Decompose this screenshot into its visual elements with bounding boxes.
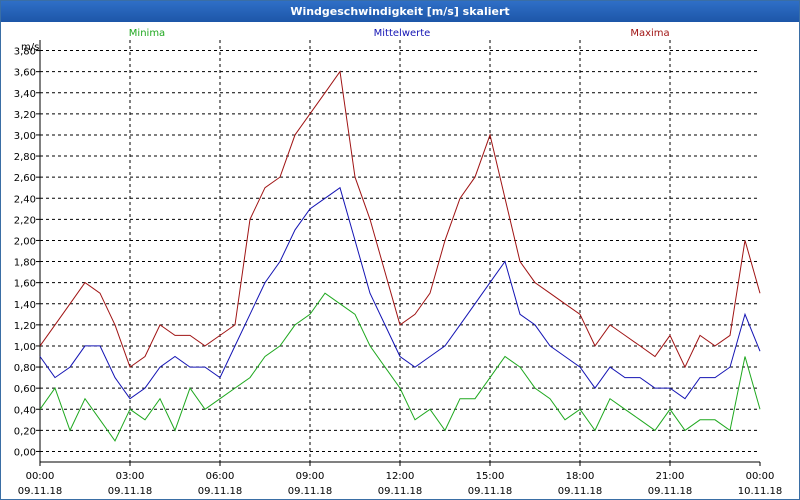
x-tick-time: 12:00 (386, 471, 415, 482)
x-tick-time: 03:00 (116, 471, 145, 482)
y-tick-label: 0,00 (14, 447, 36, 458)
x-tick-time: 15:00 (476, 471, 505, 482)
x-tick-time: 00:00 (746, 471, 775, 482)
legend-minima: Minima (129, 28, 165, 39)
y-tick-label: 1,40 (14, 300, 36, 311)
x-tick-time: 00:00 (26, 471, 55, 482)
y-tick-label: 3,60 (14, 68, 36, 79)
y-tick-label: 2,00 (14, 236, 36, 247)
y-tick-label: 3,40 (14, 89, 36, 100)
x-tick-date: 10.11.18 (738, 486, 783, 497)
y-tick-label: 0,40 (14, 405, 36, 416)
y-tick-labels: 0,00 0,20 0,40 0,60 0,80 1,00 1,20 1,40 1,60 1,80… (14, 47, 40, 458)
y-tick-label: 0,60 (14, 384, 36, 395)
x-tick-date: 09.11.18 (288, 486, 333, 497)
x-tick-time: 06:00 (206, 471, 235, 482)
x-tick-date: 09.11.18 (198, 486, 243, 497)
chart-svg: m/s 0,00 0,20 0,40 0,60 0,80 1,00 1,20 1,40 1,60… (14, 28, 783, 497)
y-tick-label: 3,20 (14, 110, 36, 121)
x-tick-date: 09.11.18 (378, 486, 423, 497)
y-tick-label: 1,00 (14, 342, 36, 353)
x-tick-date: 09.11.18 (648, 486, 693, 497)
y-tick-label: 3,80 (14, 47, 36, 58)
y-tick-label: 2,40 (14, 194, 36, 205)
y-tick-label: 2,80 (14, 152, 36, 163)
legend-maxima: Maxima (630, 28, 669, 39)
y-tick-label: 1,20 (14, 321, 36, 332)
legend-mittelwerte: Mittelwerte (374, 28, 431, 39)
y-tick-label: 1,60 (14, 279, 36, 290)
y-tick-label: 1,80 (14, 258, 36, 269)
legend: Minima Mittelwerte Maxima (129, 28, 670, 39)
y-tick-label: 0,80 (14, 363, 36, 374)
grid-lines (40, 40, 760, 462)
x-tick-date: 09.11.18 (468, 486, 513, 497)
x-tick-time: 09:00 (296, 471, 325, 482)
x-tick-date: 09.11.18 (108, 486, 153, 497)
x-tick-labels: 00:00 09.11.18 03:00 09.11.18 06:00 09.11.18 0… (18, 462, 783, 497)
x-tick-time: 18:00 (566, 471, 595, 482)
x-tick-date: 09.11.18 (18, 486, 63, 497)
axes: m/s (21, 40, 760, 463)
y-tick-label: 2,20 (14, 215, 36, 226)
x-tick-date: 09.11.18 (558, 486, 603, 497)
y-tick-label: 2,60 (14, 173, 36, 184)
y-tick-label: 3,00 (14, 131, 36, 142)
x-tick-time: 21:00 (656, 471, 685, 482)
y-tick-label: 0,20 (14, 426, 36, 437)
